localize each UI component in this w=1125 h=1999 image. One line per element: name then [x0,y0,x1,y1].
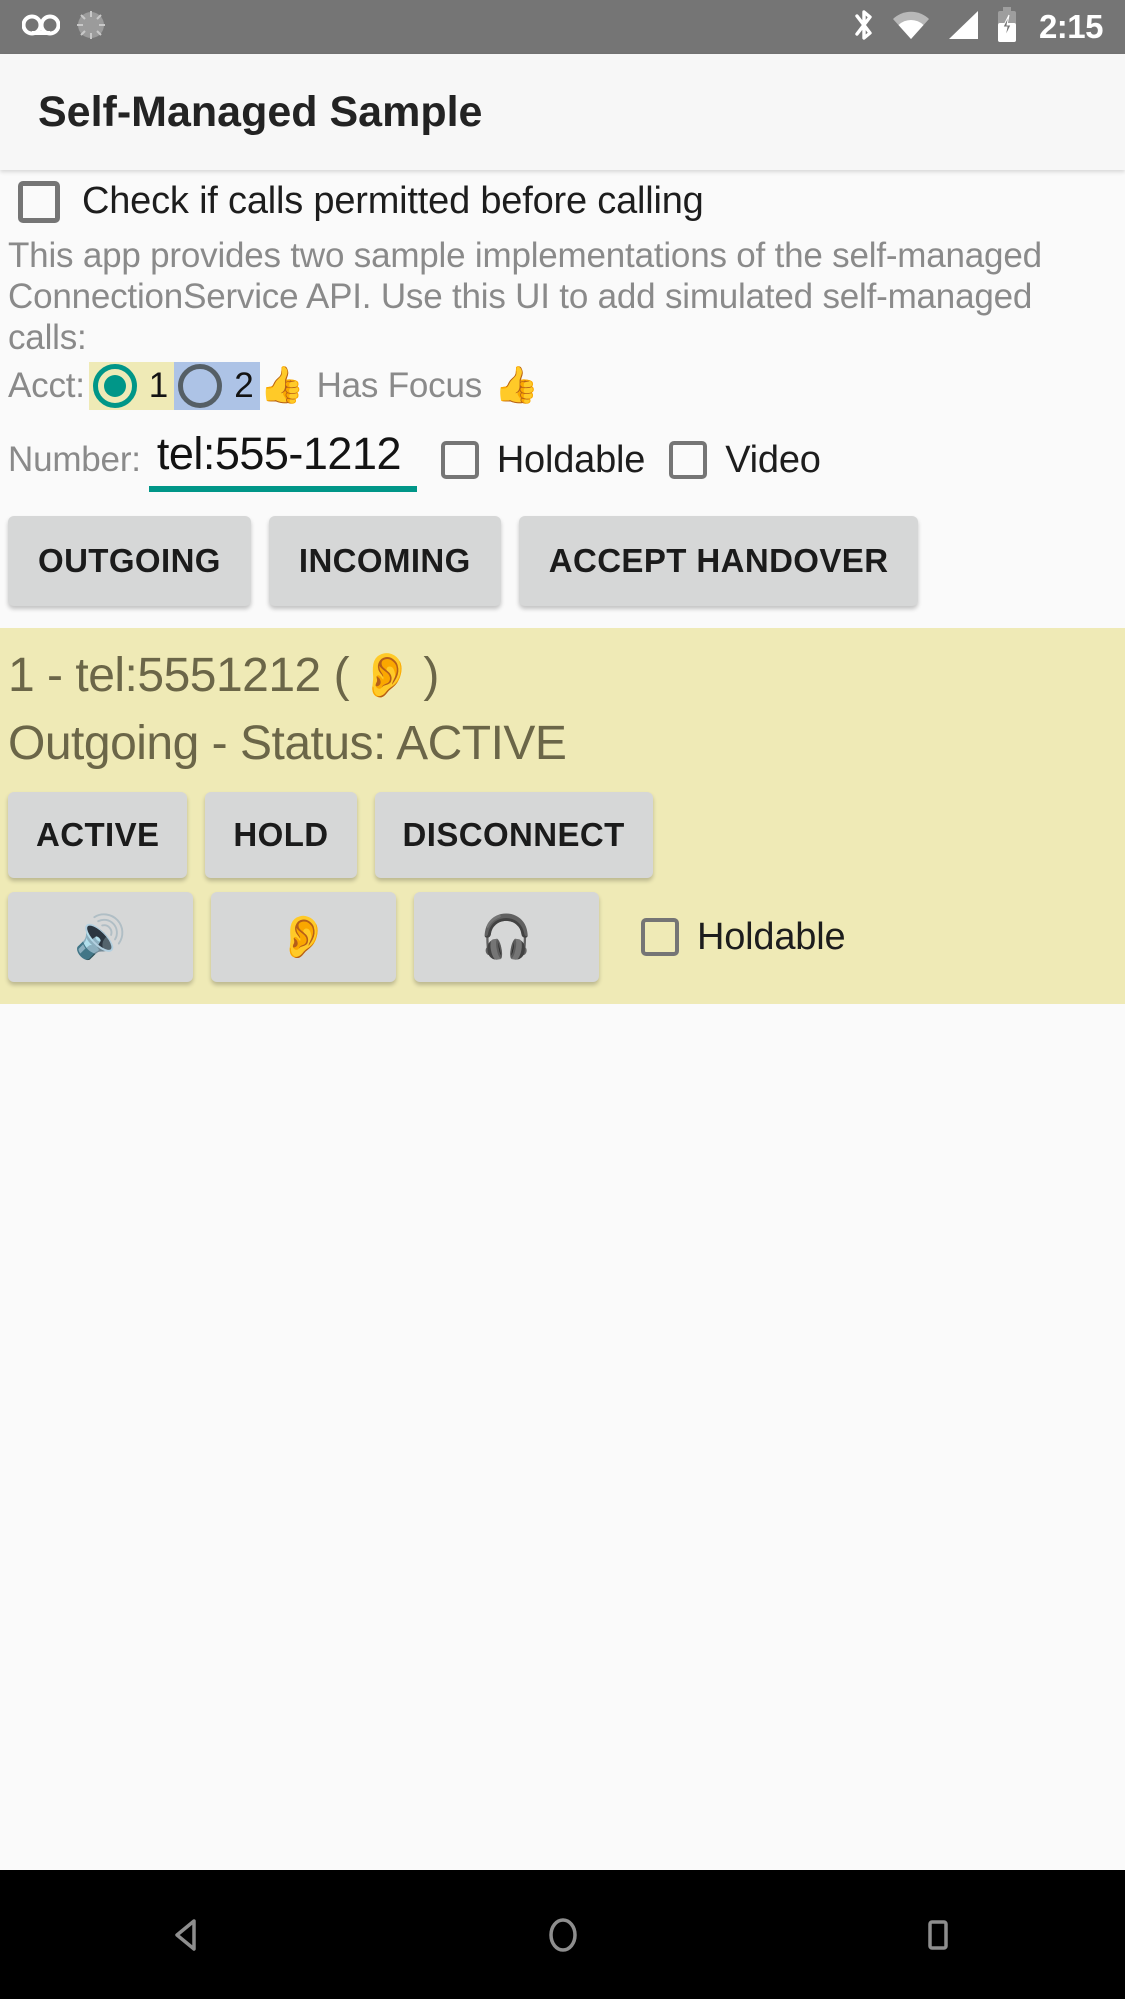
call-action-buttons: OUTGOING INCOMING ACCEPT HANDOVER [0,494,1125,628]
set-hold-button[interactable]: HOLD [205,792,357,878]
back-triangle-icon [174,1918,196,1951]
android-navigation-bar [0,1870,1125,1999]
call-identity-line: 1 - tel:5551212 ( 👂 ) [8,642,1117,710]
account-radio-2-label: 2 [234,366,254,405]
nav-home-button[interactable] [493,1870,633,1999]
incoming-button[interactable]: INCOMING [268,516,501,606]
page-title: Self-Managed Sample [38,87,483,136]
cellular-signal-icon [945,9,981,46]
holdable-checkbox[interactable] [440,441,479,479]
nav-back-button[interactable] [118,1870,258,1999]
thumbs-up-icon-right: 👍 [494,365,539,406]
number-label: Number: [8,440,141,479]
call-identity-prefix: 1 - tel:5551212 ( [8,649,350,702]
status-bar: 2:15 [0,0,1125,54]
outgoing-button[interactable]: OUTGOING [8,516,251,606]
set-active-button[interactable]: ACTIVE [8,792,188,878]
account-radio-group[interactable]: 1 2 [88,362,260,410]
number-input[interactable]: tel:555-1212 [148,428,417,492]
number-input-value: tel:555-1212 [156,428,402,479]
account-selector-row[interactable]: Acct: 1 2 👍 Has Focus 👍 [0,358,1125,410]
status-bar-left-icons [21,8,108,47]
call-identity-suffix: ) [423,649,439,702]
battery-charging-icon [995,6,1019,49]
headphones-icon: 🎧 [480,912,533,961]
account-radio-1[interactable]: 1 [88,362,175,410]
ear-icon: 👂 [277,912,330,961]
app-bar: Self-Managed Sample [0,54,1125,170]
voicemail-icon [21,11,61,44]
nav-recents-button[interactable] [868,1870,1008,1999]
radio-2-indicator[interactable] [178,364,223,408]
permission-check-row[interactable]: Check if calls permitted before calling [0,170,1125,229]
account-label: Acct: [8,366,85,405]
video-checkbox[interactable] [669,441,708,479]
video-label: Video [725,438,821,481]
app-description: This app provides two sample implementat… [8,236,1042,357]
account-radio-2[interactable]: 2 [174,362,260,410]
check-permission-checkbox[interactable] [18,180,60,223]
recents-square-icon [927,1919,948,1950]
number-input-row[interactable]: Number: tel:555-1212 Holdable Video [0,410,1125,494]
sync-icon [74,8,108,47]
active-call-card: 1 - tel:5551212 ( 👂 ) Outgoing - Status:… [0,628,1125,1004]
account-radio-1-label: 1 [148,366,169,405]
check-permission-label: Check if calls permitted before calling [82,180,704,222]
home-circle-icon [548,1917,577,1952]
wifi-icon [891,9,931,46]
phone-screen: 2:15 Self-Managed Sample Check if calls … [0,0,1125,1999]
disconnect-button[interactable]: DISCONNECT [374,792,653,878]
ear-icon: 👂 [359,650,414,701]
call-holdable-label: Holdable [697,915,846,958]
thumbs-up-icon-left: 👍 [259,365,305,406]
speaker-icon: 🔊 [74,912,127,961]
status-bar-right-icons: 2:15 [851,6,1104,49]
empty-area [0,1004,1125,1870]
has-focus-label: Has Focus [316,366,483,405]
call-control-buttons: ACTIVE HOLD DISCONNECT [8,778,1117,878]
call-holdable-check-row[interactable]: Holdable [641,915,846,959]
accept-handover-button[interactable]: ACCEPT HANDOVER [518,516,919,606]
call-status-line: Outgoing - Status: ACTIVE [8,717,567,770]
call-holdable-checkbox[interactable] [641,918,679,956]
main-content: Check if calls permitted before calling … [0,170,1125,1870]
holdable-label: Holdable [496,438,646,481]
status-bar-clock: 2:15 [1038,8,1104,45]
audio-route-earpiece-button[interactable]: 👂 [211,892,396,982]
audio-route-buttons: 🔊 👂 🎧 Holdable [8,878,1117,982]
audio-route-speaker-button[interactable]: 🔊 [8,892,193,982]
bluetooth-icon [851,7,877,48]
holdable-check-row[interactable]: Holdable [440,438,646,482]
radio-1-indicator[interactable] [92,364,137,408]
audio-route-headset-button[interactable]: 🎧 [414,892,599,982]
video-check-row[interactable]: Video [669,439,821,482]
